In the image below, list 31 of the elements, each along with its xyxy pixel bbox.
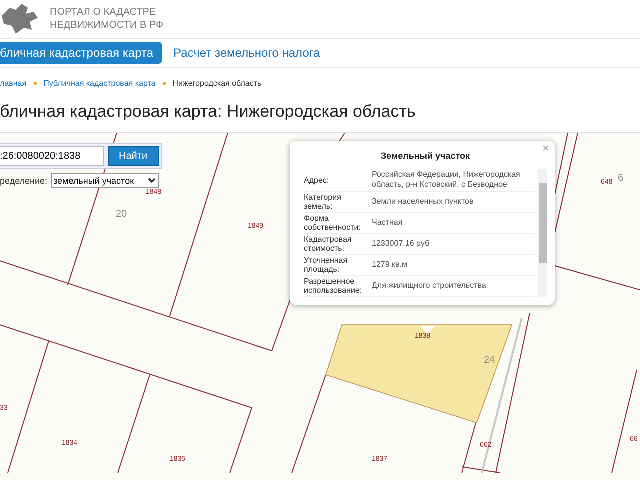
portal-title: НЕДВИЖИМОСТИ В РФ: [50, 19, 164, 32]
field-value: Для жилищного строительства: [372, 280, 488, 292]
popup-pointer: [420, 326, 436, 334]
breadcrumb-link[interactable]: лавная: [0, 78, 27, 88]
filter-label: ределение:: [0, 176, 48, 186]
nav-tab[interactable]: Расчет земельного налога: [166, 42, 328, 64]
field-label: Уточненная площадь:: [304, 256, 349, 274]
search-button[interactable]: Найти: [108, 146, 159, 166]
search-field[interactable]: :26:0080020:1838: [0, 146, 104, 166]
field-value: Российская Федерация, Нижегородская область, р-н Кстовский, с Безводное: [372, 169, 522, 191]
field-value: 1233007.16 руб: [372, 238, 431, 250]
parcel-number: 24: [484, 355, 496, 366]
field-value: Земли населенных пунктов: [372, 196, 475, 208]
field-label: Категория земель:: [304, 193, 342, 211]
type-dropdown[interactable]: земельный участок: [50, 173, 160, 188]
close-button[interactable]: ×: [542, 143, 549, 155]
field-value: Частная: [372, 217, 404, 229]
field-label: Кадастровая стоимость:: [304, 235, 353, 253]
scrollbar[interactable]: [538, 169, 547, 297]
portal-title: ПОРТАЛ О КАДАСТРЕ: [50, 6, 158, 19]
parcel-number: 6: [618, 173, 624, 184]
field-value: 1279 кв.м: [372, 259, 408, 271]
page-title: бличная кадастровая карта: Нижегородская область: [0, 101, 417, 123]
field-label: Форма собственности:: [304, 214, 362, 232]
field-label: Адрес:: [304, 176, 330, 184]
breadcrumb-link[interactable]: Публичная кадастровая карта: [44, 78, 156, 88]
parcel-number: 20: [116, 209, 128, 220]
popup-title: Земельный участок: [380, 151, 472, 161]
caret-icon: [148, 178, 156, 184]
nav-tab[interactable]: бличная кадастровая карта: [0, 42, 162, 64]
field-label: Разрешенное использование:: [304, 277, 364, 295]
